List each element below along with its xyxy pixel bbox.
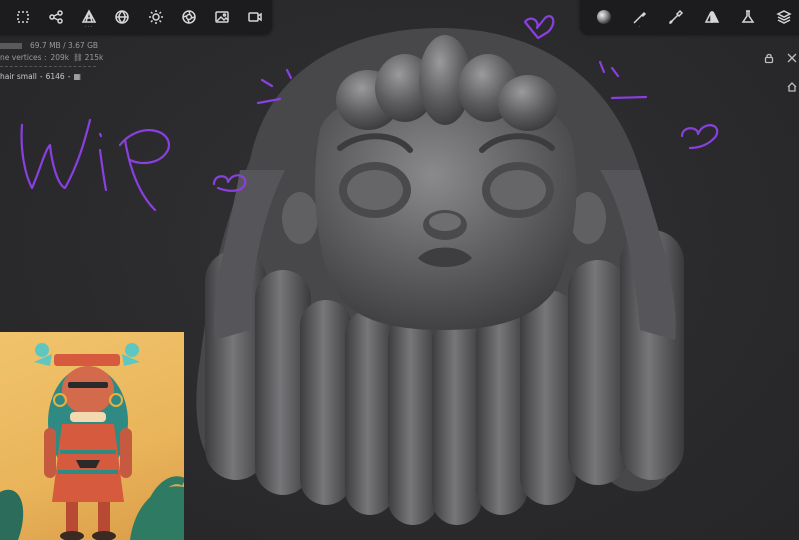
link-icon: ⛓	[73, 53, 83, 62]
vertices-label: ne vertices :	[0, 53, 47, 62]
memory-usage: 69.7 MB / 3.67 GB	[30, 41, 99, 50]
layers-icon[interactable]	[766, 2, 799, 32]
memory-row: 69.7 MB / 3.67 GB	[0, 40, 103, 52]
object-count: 6146	[45, 72, 65, 81]
material-sphere-icon[interactable]	[586, 2, 622, 32]
topology-icon[interactable]: ···	[73, 2, 106, 32]
reference-character-illustration	[0, 343, 184, 540]
sun-icon[interactable]	[139, 2, 172, 32]
brush-icon[interactable]: ·	[622, 2, 658, 32]
heart-doodle	[680, 124, 719, 150]
reference-image[interactable]	[0, 332, 184, 540]
symmetry-icon[interactable]	[694, 2, 730, 32]
aperture-icon[interactable]	[172, 2, 205, 32]
globe-icon[interactable]	[106, 2, 139, 32]
lock-icon[interactable]	[763, 49, 775, 64]
video-icon[interactable]	[239, 2, 272, 32]
close-icon[interactable]	[786, 49, 798, 63]
object-row[interactable]: hair small - 6146 - ▦	[0, 71, 103, 83]
sculpt-icon[interactable]	[6, 2, 39, 32]
handwriting-p	[118, 129, 170, 212]
toolbar-left: ···	[0, 0, 272, 34]
handwriting-i	[98, 148, 108, 192]
flask-icon[interactable]	[730, 2, 766, 32]
viewport[interactable]: ··· · 69.7 MB / 3.67 GB ne vertices: 20…	[0, 0, 799, 540]
heart-doodle	[523, 15, 555, 40]
grid-icon: ▦	[73, 72, 81, 81]
memory-bar	[0, 43, 22, 49]
stats-divider	[0, 66, 96, 67]
heart-doodle	[212, 174, 247, 192]
toolbar-right: ·	[580, 0, 799, 34]
vertices-row: ne vertices : 209k ⛓ 215k	[0, 52, 103, 64]
share-graph-icon[interactable]	[39, 2, 72, 32]
image-icon[interactable]	[206, 2, 239, 32]
handwriting-w	[20, 118, 92, 190]
home-icon[interactable]	[786, 78, 798, 92]
paint-brush-icon[interactable]	[658, 2, 694, 32]
object-name: hair small	[0, 72, 37, 81]
stats-panel: 69.7 MB / 3.67 GB ne vertices : 209k ⛓ 2…	[0, 40, 103, 83]
faces-count: 215k	[84, 53, 104, 62]
vertices-count: 209k	[50, 53, 70, 62]
